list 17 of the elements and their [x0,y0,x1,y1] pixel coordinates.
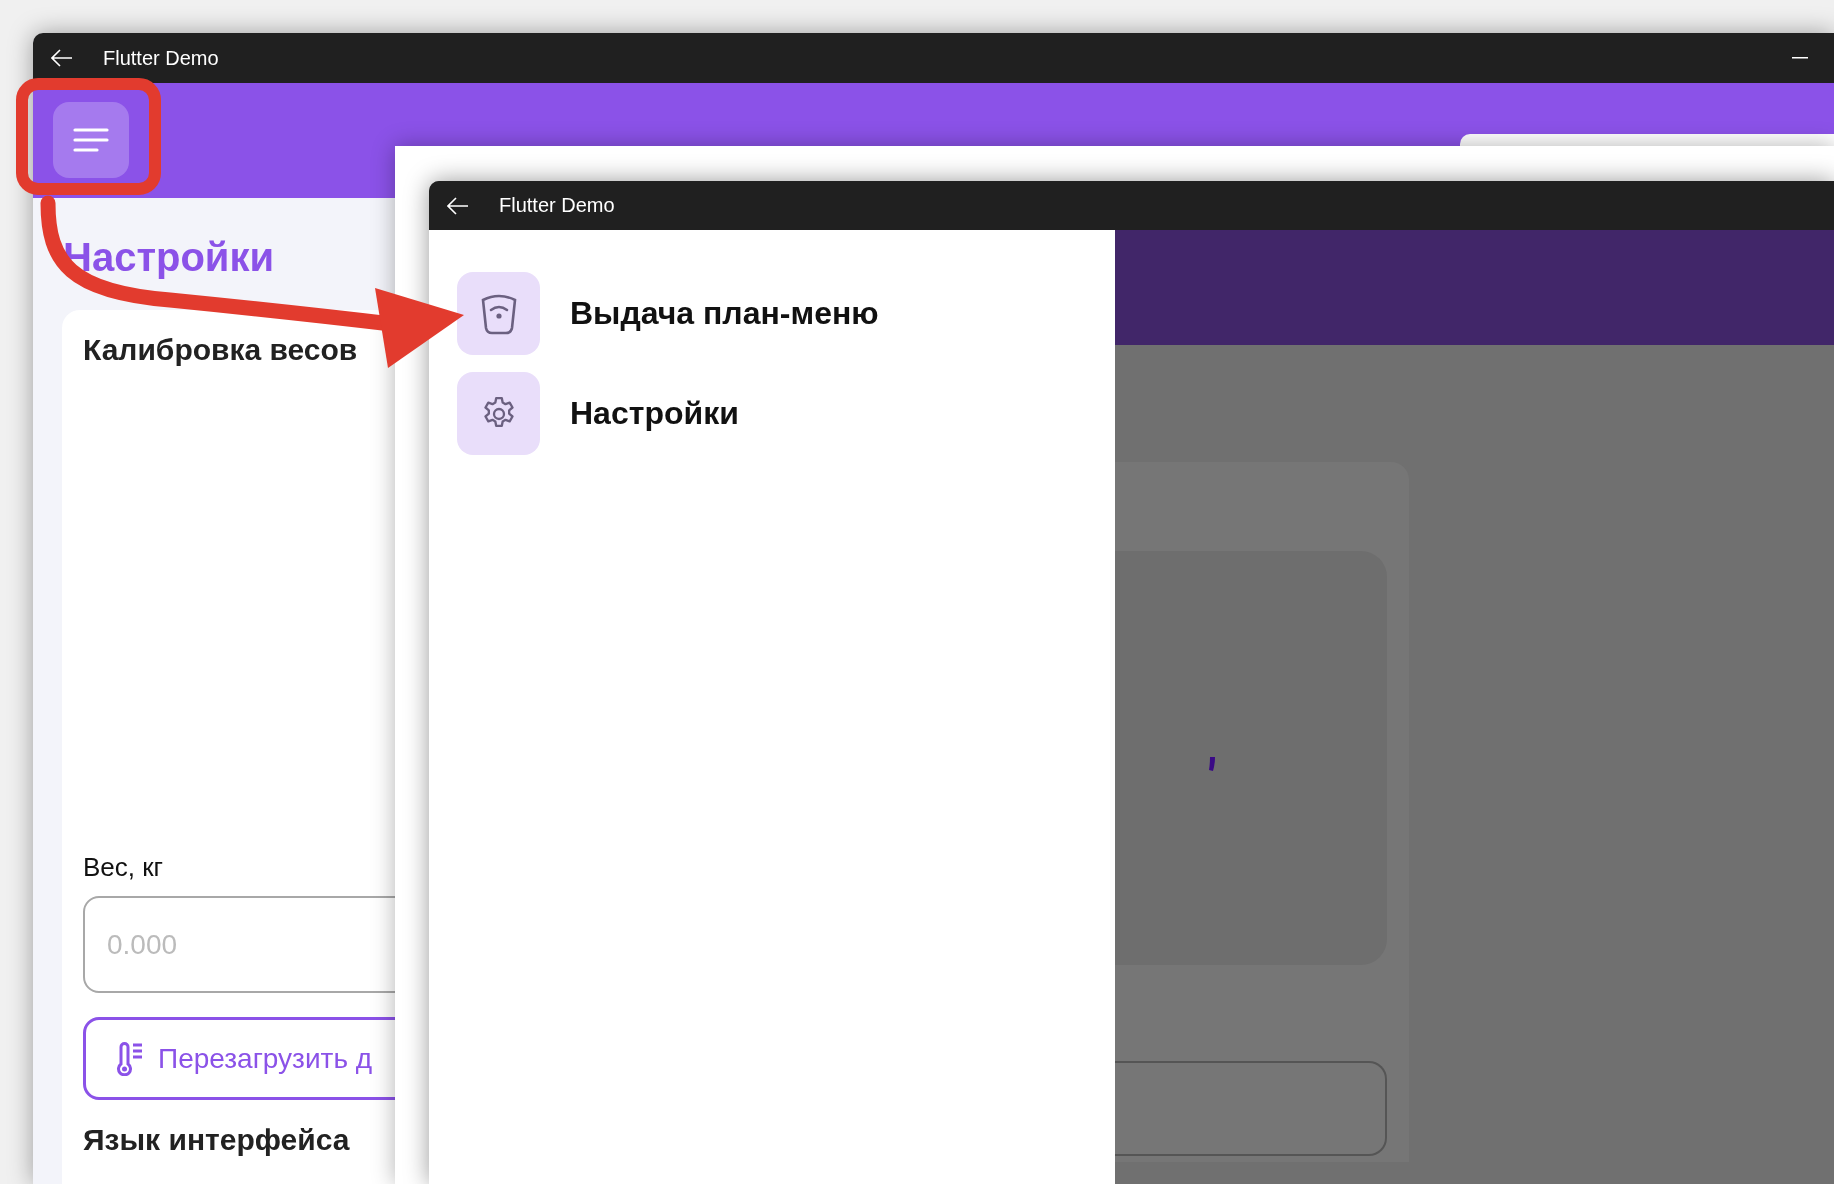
back-arrow-icon[interactable] [447,196,469,215]
page-title: Настройки [63,234,276,281]
thermometer-icon [116,1041,144,1076]
loading-spinner-icon [1207,756,1217,772]
drawer-item[interactable]: Выдача план-меню [457,272,1115,355]
window-title: Flutter Demo [103,46,219,70]
window-title: Flutter Demo [499,194,615,217]
section-title: Калибровка весов [83,332,359,368]
menu-icon [73,127,109,153]
weight-input-field[interactable]: 0.000 [83,896,395,993]
field-label: Вес, кг [83,851,165,884]
menu-button[interactable] [53,102,129,178]
back-arrow-icon[interactable] [51,49,73,67]
drawer-item[interactable]: Настройки [457,372,1115,455]
minimize-icon[interactable] [1792,57,1808,59]
section-title: Язык интерфейса [83,1122,351,1158]
reload-button[interactable]: Перезагрузить д [83,1017,395,1100]
